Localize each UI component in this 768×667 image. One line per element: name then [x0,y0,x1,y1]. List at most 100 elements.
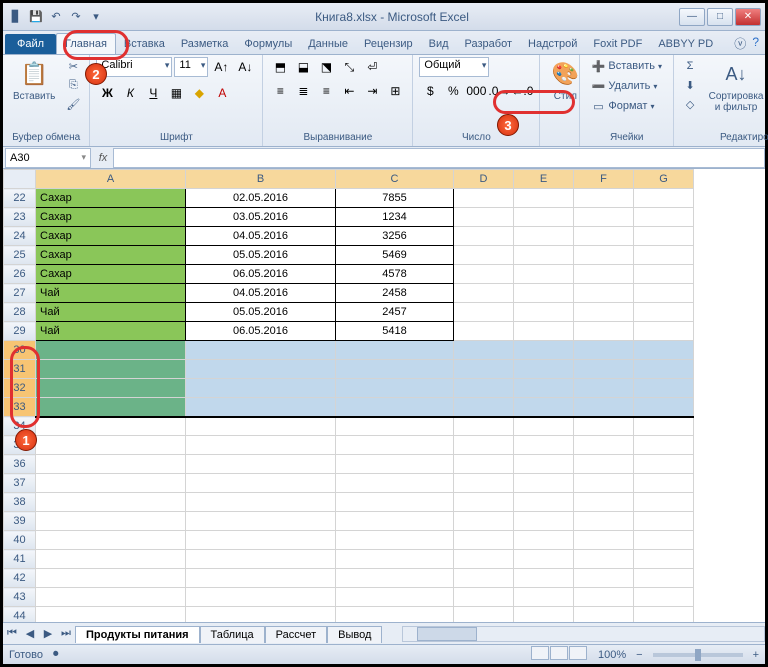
cell[interactable] [634,550,694,569]
percent-icon[interactable]: % [442,81,464,101]
cell[interactable] [574,474,634,493]
cell[interactable]: 04.05.2016 [186,227,336,246]
sheet-first-icon[interactable]: ⏮ [3,627,21,640]
cell[interactable] [634,512,694,531]
cell[interactable] [36,550,186,569]
tab-foxit[interactable]: Foxit PDF [585,34,650,54]
cell[interactable] [574,417,634,436]
row-header[interactable]: 22 [4,189,36,208]
cell[interactable] [336,512,454,531]
cell[interactable] [574,550,634,569]
cell[interactable] [36,360,186,379]
row-header[interactable]: 38 [4,493,36,512]
cell[interactable] [514,189,574,208]
cell[interactable] [336,360,454,379]
cell[interactable]: 4578 [336,265,454,284]
row-header[interactable]: 28 [4,303,36,322]
col-header[interactable]: G [634,170,694,189]
cell[interactable] [336,436,454,455]
cell[interactable] [454,265,514,284]
cell[interactable] [454,531,514,550]
tab-review[interactable]: Рецензир [356,34,421,54]
select-all-corner[interactable] [4,170,36,189]
cell[interactable] [514,398,574,417]
cell[interactable] [574,569,634,588]
cell[interactable]: Чай [36,303,186,322]
cell[interactable]: Сахар [36,265,186,284]
cell[interactable] [36,569,186,588]
cell[interactable] [186,588,336,607]
cell[interactable] [634,341,694,360]
cell[interactable] [454,284,514,303]
cell[interactable] [454,246,514,265]
cell[interactable]: 2458 [336,284,454,303]
cell[interactable]: 06.05.2016 [186,265,336,284]
row-header[interactable]: 40 [4,531,36,550]
cell[interactable] [514,246,574,265]
name-box[interactable]: A30 [5,148,91,168]
inc-decimal-icon[interactable]: .0→ [488,81,510,101]
cell[interactable] [186,417,336,436]
tab-view[interactable]: Вид [421,34,457,54]
align-center-icon[interactable]: ≣ [292,81,314,101]
cell[interactable] [454,588,514,607]
cell[interactable] [634,303,694,322]
row-header[interactable]: 31 [4,360,36,379]
cells-insert-button[interactable]: ➕ Вставить▾ [586,57,667,75]
sheet-prev-icon[interactable]: ◀ [21,627,39,640]
cell[interactable] [336,341,454,360]
tab-home[interactable]: Главная [56,33,116,54]
cell[interactable]: 5469 [336,246,454,265]
sheet-tab[interactable]: Продукты питания [75,626,200,643]
cell[interactable]: Сахар [36,208,186,227]
row-header[interactable]: 37 [4,474,36,493]
cell[interactable]: 5418 [336,322,454,341]
cell[interactable]: 04.05.2016 [186,284,336,303]
cell[interactable] [634,436,694,455]
cell[interactable] [634,531,694,550]
zoom-out-icon[interactable]: − [636,649,642,661]
cell[interactable]: 1234 [336,208,454,227]
align-middle-icon[interactable]: ⬓ [292,57,314,77]
cell[interactable] [186,550,336,569]
cell[interactable] [36,512,186,531]
cell[interactable] [36,474,186,493]
row-header[interactable]: 35 [4,436,36,455]
cell[interactable] [454,493,514,512]
cell[interactable] [514,550,574,569]
cell[interactable]: Чай [36,284,186,303]
cell[interactable] [574,227,634,246]
shrink-font-icon[interactable]: A↓ [234,57,256,77]
cell[interactable] [336,398,454,417]
cut-icon[interactable]: ✂ [63,57,83,75]
indent-inc-icon[interactable]: ⇥ [361,81,383,101]
wrap-text-icon[interactable]: ⏎ [361,57,383,77]
cell[interactable] [454,398,514,417]
tab-layout[interactable]: Разметка [173,34,237,54]
col-header[interactable]: D [454,170,514,189]
cell[interactable] [574,322,634,341]
cell[interactable]: Сахар [36,227,186,246]
row-header[interactable]: 30 [4,341,36,360]
cell[interactable] [454,474,514,493]
cell[interactable] [514,474,574,493]
cells-format-button[interactable]: ▭ Формат▾ [586,97,659,115]
autosum-icon[interactable]: Σ [680,57,700,75]
save-icon[interactable]: 💾 [27,8,45,26]
cell[interactable] [186,436,336,455]
cell[interactable] [36,531,186,550]
cell[interactable] [454,189,514,208]
cell[interactable] [454,341,514,360]
cell[interactable] [634,569,694,588]
cell[interactable] [514,379,574,398]
cell[interactable] [454,360,514,379]
row-header[interactable]: 26 [4,265,36,284]
cell[interactable] [574,398,634,417]
cell[interactable]: Сахар [36,246,186,265]
cell[interactable] [574,360,634,379]
cell[interactable] [634,474,694,493]
border-button[interactable]: ▦ [165,83,187,103]
tab-abbyy[interactable]: ABBYY PD [650,34,721,54]
cell[interactable] [514,360,574,379]
row-header[interactable]: 23 [4,208,36,227]
